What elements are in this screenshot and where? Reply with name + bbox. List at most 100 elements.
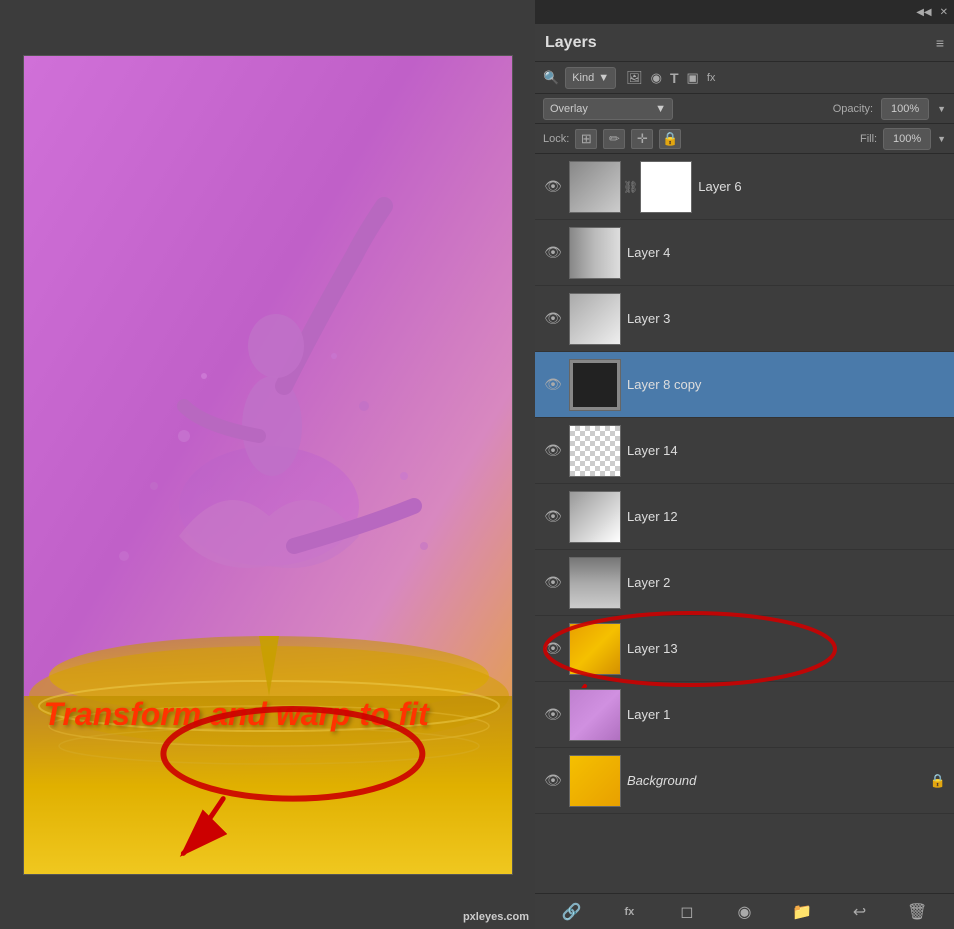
ballerina-svg (24, 56, 513, 875)
background-thumb-content (570, 756, 620, 806)
layer14-name: Layer 14 (627, 443, 946, 458)
layer-item-layer6[interactable]: 👁 ⛓ Layer 6 (535, 154, 954, 220)
kind-dropdown[interactable]: Kind ▼ (565, 67, 616, 89)
blend-mode-arrow: ▼ (655, 103, 666, 115)
fill-arrow[interactable]: ▼ (937, 134, 946, 144)
lock-row: Lock: ⊞ ✏ ✛ 🔒 Fill: 100% ▼ (535, 124, 954, 154)
layer6-chain-icon: ⛓ (623, 180, 638, 194)
layer4-thumb-content (570, 228, 620, 278)
background-thumbnail (569, 755, 621, 807)
layer8copy-thumbnail (569, 359, 621, 411)
kind-shape-icon[interactable]: ▣ (687, 70, 699, 86)
layer2-thumbnail (569, 557, 621, 609)
layer-item-layer8copy[interactable]: 👁 Layer 8 copy (535, 352, 954, 418)
layer-item-layer13[interactable]: 👁 Layer 13 (535, 616, 954, 682)
kind-label: Kind (572, 72, 594, 84)
kind-adjustment-icon[interactable]: ◉ (651, 70, 662, 86)
layer14-thumbnail (569, 425, 621, 477)
layer-item-layer12[interactable]: 👁 Layer 12 (535, 484, 954, 550)
kind-image-icon[interactable]: 🖼 (626, 70, 643, 86)
layer12-thumbnail (569, 491, 621, 543)
layer-item-background[interactable]: 👁 Background 🔒 (535, 748, 954, 814)
layer6-thumb-content (570, 162, 620, 212)
background-lock-icon: 🔒 (930, 773, 946, 789)
background-name: Background (627, 773, 924, 788)
layer2-visibility-toggle[interactable]: 👁 (543, 573, 563, 593)
watermark: pxleyes.com (463, 911, 529, 923)
lock-label: Lock: (543, 133, 569, 145)
layers-list[interactable]: 👁 ⛓ Layer 6 👁 Layer 4 👁 (535, 154, 954, 893)
kind-text-icon[interactable]: T (670, 70, 679, 86)
layer6-visibility-toggle[interactable]: 👁 (543, 177, 563, 197)
close-button[interactable]: ✕ (940, 7, 948, 18)
layer13-name: Layer 13 (627, 641, 946, 656)
background-visibility-toggle[interactable]: 👁 (543, 771, 563, 791)
layer8copy-visibility-toggle[interactable]: 👁 (543, 375, 563, 395)
kind-smart-icon[interactable]: fx (707, 72, 716, 84)
panel-header: Layers ≡ (535, 24, 954, 62)
layer6-thumb-group: ⛓ (569, 161, 692, 213)
layer3-thumb-content (570, 294, 620, 344)
layer4-visibility-toggle[interactable]: 👁 (543, 243, 563, 263)
layer13-visibility-toggle[interactable]: 👁 (543, 639, 563, 659)
layer14-thumb-content (570, 426, 620, 476)
create-group-button[interactable]: 📁 (788, 898, 816, 926)
lock-pixels-button[interactable]: ⊞ (575, 129, 597, 149)
layer3-thumbnail (569, 293, 621, 345)
layer8copy-thumb-content (570, 360, 620, 410)
layer2-name: Layer 2 (627, 575, 946, 590)
layer13-thumb-content (570, 624, 620, 674)
kind-icons: 🖼 ◉ T ▣ fx (626, 70, 715, 86)
layer1-visibility-toggle[interactable]: 👁 (543, 705, 563, 725)
layer4-name: Layer 4 (627, 245, 946, 260)
layer1-thumbnail (569, 689, 621, 741)
fill-input[interactable]: 100% (883, 128, 931, 150)
layer6-mask-content (641, 162, 691, 212)
layer1-thumb-content (570, 690, 620, 740)
blend-mode-label: Overlay (550, 103, 588, 115)
search-icon: 🔍 (543, 70, 559, 86)
layer3-visibility-toggle[interactable]: 👁 (543, 309, 563, 329)
blend-mode-dropdown[interactable]: Overlay ▼ (543, 98, 673, 120)
layer-item-layer4[interactable]: 👁 Layer 4 (535, 220, 954, 286)
create-layer-button[interactable]: ↩ (846, 898, 874, 926)
delete-layer-button[interactable]: 🗑 (903, 898, 931, 926)
layer12-visibility-toggle[interactable]: 👁 (543, 507, 563, 527)
layer13-thumbnail (569, 623, 621, 675)
layer6-mask-thumbnail (640, 161, 692, 213)
layer-item-layer2[interactable]: 👁 Layer 2 (535, 550, 954, 616)
panel-topbar: ◀◀ ✕ (535, 0, 954, 24)
layer8copy-name: Layer 8 copy (627, 377, 946, 392)
lock-image-button[interactable]: ✏ (603, 129, 625, 149)
kind-row: 🔍 Kind ▼ 🖼 ◉ T ▣ fx (535, 62, 954, 94)
opacity-input[interactable]: 100% (881, 98, 929, 120)
layer-item-layer1[interactable]: 👁 Layer 1 (535, 682, 954, 748)
collapse-button[interactable]: ◀◀ (916, 7, 931, 18)
add-adjustment-button[interactable]: ◉ (730, 898, 758, 926)
layer-item-layer14[interactable]: 👁 Layer 14 (535, 418, 954, 484)
canvas-image: Transform and warp to fit (23, 55, 513, 875)
layer6-thumbnail (569, 161, 621, 213)
link-layers-button[interactable]: 🔗 (558, 898, 586, 926)
layer-item-layer3[interactable]: 👁 Layer 3 (535, 286, 954, 352)
add-mask-button[interactable]: ◻ (673, 898, 701, 926)
panel-title: Layers (545, 34, 936, 52)
kind-dropdown-arrow: ▼ (598, 72, 609, 84)
opacity-arrow[interactable]: ▼ (937, 104, 946, 114)
panel-bottom-toolbar: 🔗 fx ◻ ◉ 📁 ↩ 🗑 (535, 893, 954, 929)
layer12-thumb-content (570, 492, 620, 542)
layer3-name: Layer 3 (627, 311, 946, 326)
layer1-name: Layer 1 (627, 707, 946, 722)
layer6-name: Layer 6 (698, 179, 946, 194)
fill-label: Fill: (860, 133, 877, 145)
opacity-label: Opacity: (833, 103, 873, 115)
canvas-area: Transform and warp to fit pxleyes.com (0, 0, 535, 929)
layer-fx-button[interactable]: fx (615, 898, 643, 926)
canvas-annotation-text: Transform and warp to fit (44, 695, 429, 733)
panel-menu-button[interactable]: ≡ (936, 35, 944, 51)
lock-icons: ⊞ ✏ ✛ 🔒 (575, 129, 681, 149)
layer12-name: Layer 12 (627, 509, 946, 524)
layer14-visibility-toggle[interactable]: 👁 (543, 441, 563, 461)
lock-position-button[interactable]: ✛ (631, 129, 653, 149)
lock-all-button[interactable]: 🔒 (659, 129, 681, 149)
